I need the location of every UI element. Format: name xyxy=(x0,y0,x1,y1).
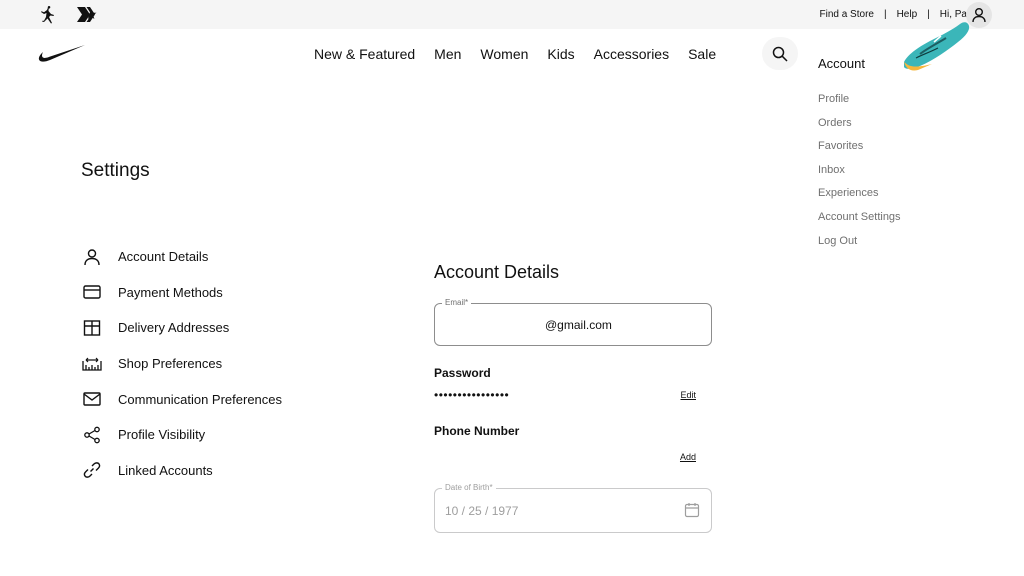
settings-nav: Account Details Payment Methods Delivery… xyxy=(81,239,282,488)
ruler-icon xyxy=(81,354,103,374)
main-nav: New & Featured Men Women Kids Accessorie… xyxy=(314,46,735,62)
find-store-link[interactable]: Find a Store xyxy=(819,9,873,20)
password-label: Password xyxy=(434,366,491,380)
settings-item-account-details[interactable]: Account Details xyxy=(81,239,282,275)
phone-label: Phone Number xyxy=(434,424,520,438)
edit-password-link[interactable]: Edit xyxy=(680,390,696,400)
password-row: •••••••••••••••• Edit xyxy=(434,380,712,406)
account-menu-orders[interactable]: Orders xyxy=(818,116,901,140)
separator: | xyxy=(883,9,887,20)
add-phone-link[interactable]: Add xyxy=(680,452,696,462)
user-icon xyxy=(81,247,103,267)
settings-item-label: Shop Preferences xyxy=(118,356,223,372)
jordan-logo-icon[interactable] xyxy=(39,5,57,30)
search-button[interactable] xyxy=(762,37,798,70)
card-icon xyxy=(81,282,103,302)
settings-item-label: Delivery Addresses xyxy=(118,320,230,336)
settings-item-label: Profile Visibility xyxy=(118,427,206,443)
account-menu-heading: Account xyxy=(818,56,865,71)
package-icon xyxy=(81,318,103,338)
date-of-birth-field[interactable]: Date of Birth* 10 / 25 / 1977 xyxy=(434,483,712,533)
nav-sale[interactable]: Sale xyxy=(688,46,716,62)
settings-item-label: Linked Accounts xyxy=(118,462,213,478)
utility-bar: Find a Store | Help | Hi, Paz xyxy=(0,0,1024,29)
settings-item-label: Payment Methods xyxy=(118,284,223,300)
settings-item-payment-methods[interactable]: Payment Methods xyxy=(81,275,282,311)
page-title: Settings xyxy=(81,160,150,181)
converse-logo-icon[interactable] xyxy=(77,6,99,28)
nav-men[interactable]: Men xyxy=(434,46,461,62)
email-field[interactable]: Email* @gmail.com xyxy=(434,298,712,346)
settings-item-shop-preferences[interactable]: Shop Preferences xyxy=(81,346,282,382)
account-menu-inbox[interactable]: Inbox xyxy=(818,163,901,187)
dob-label: Date of Birth* xyxy=(442,483,496,492)
settings-item-linked-accounts[interactable]: Linked Accounts xyxy=(81,453,282,489)
password-value: •••••••••••••••• xyxy=(434,388,510,402)
account-menu-favorites[interactable]: Favorites xyxy=(818,139,901,163)
phone-row: Add xyxy=(434,438,712,470)
settings-item-profile-visibility[interactable]: Profile Visibility xyxy=(81,417,282,453)
mail-icon xyxy=(81,389,103,409)
link-icon xyxy=(81,460,103,480)
nav-women[interactable]: Women xyxy=(480,46,528,62)
settings-item-label: Account Details xyxy=(118,249,209,265)
nike-swoosh-icon[interactable] xyxy=(38,44,86,69)
section-title: Account Details xyxy=(434,262,560,282)
user-icon xyxy=(972,8,986,23)
email-value: @gmail.com xyxy=(545,318,612,332)
settings-item-label: Communication Preferences xyxy=(118,391,283,407)
nav-accessories[interactable]: Accessories xyxy=(594,46,669,62)
account-menu-profile[interactable]: Profile xyxy=(818,92,901,116)
account-details-panel: Account Details Email* @gmail.com Passwo… xyxy=(434,262,712,533)
account-menu-experiences[interactable]: Experiences xyxy=(818,186,901,210)
shoe-illustration xyxy=(898,18,972,81)
dob-value: 10 / 25 / 1977 xyxy=(445,504,519,518)
settings-item-delivery-addresses[interactable]: Delivery Addresses xyxy=(81,310,282,346)
settings-item-communication-preferences[interactable]: Communication Preferences xyxy=(81,381,282,417)
share-icon xyxy=(81,425,103,445)
search-icon xyxy=(772,46,788,62)
nav-kids[interactable]: Kids xyxy=(547,46,574,62)
account-menu-logout[interactable]: Log Out xyxy=(818,234,901,258)
email-label: Email* xyxy=(442,298,472,307)
nav-new-featured[interactable]: New & Featured xyxy=(314,46,415,62)
account-dropdown: Account Profile Orders Favorites Inbox E… xyxy=(818,56,901,257)
calendar-icon[interactable] xyxy=(684,502,700,523)
account-menu-settings[interactable]: Account Settings xyxy=(818,210,901,234)
